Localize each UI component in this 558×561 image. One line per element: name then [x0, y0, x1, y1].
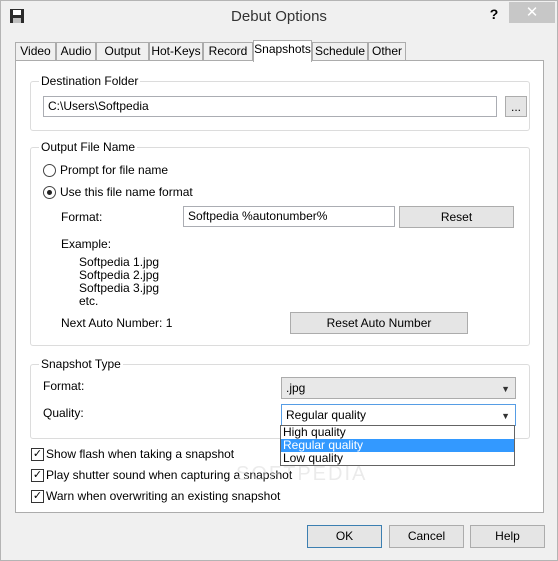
help-button[interactable]: Help: [470, 525, 545, 548]
show-flash-checkbox[interactable]: ✓: [31, 448, 44, 461]
snapshot-type-legend: Snapshot Type: [39, 357, 123, 371]
debut-options-window: Debut Options ? ✕ Video Audio Output Hot…: [0, 0, 558, 561]
example-line: etc.: [79, 294, 99, 308]
warn-overwrite-label: Warn when overwriting an existing snapsh…: [46, 489, 281, 503]
example-line: Softpedia 1.jpg: [79, 255, 160, 269]
use-format-label: Use this file name format: [60, 185, 193, 199]
prompt-label: Prompt for file name: [60, 163, 169, 177]
example-line: Softpedia 3.jpg: [79, 281, 160, 295]
snapshot-format-label: Format:: [43, 379, 85, 393]
tab-record[interactable]: Record: [203, 42, 253, 61]
tab-snapshots[interactable]: Snapshots: [253, 40, 312, 62]
window-title: Debut Options: [231, 8, 327, 25]
help-title-button[interactable]: ?: [481, 4, 507, 24]
next-auto-number: Next Auto Number: 1: [61, 316, 173, 330]
example-line: Softpedia 2.jpg: [79, 268, 160, 282]
reset-auto-number-button[interactable]: Reset Auto Number: [290, 312, 468, 334]
format-label: Format:: [61, 210, 103, 224]
snapshot-format-value: .jpg: [286, 381, 306, 395]
example-label: Example:: [61, 237, 112, 251]
chevron-down-icon: ▼: [501, 384, 510, 394]
snapshot-format-select[interactable]: .jpg ▼: [281, 377, 516, 399]
output-file-name-group: Output File Name Prompt for file name Us…: [30, 140, 530, 346]
destination-folder-group: Destination Folder C:\Users\Softpedia ..…: [30, 74, 530, 131]
reset-button[interactable]: Reset: [399, 206, 514, 228]
cancel-button[interactable]: Cancel: [389, 525, 464, 548]
softpedia-watermark: SOFTPEDIA: [236, 463, 368, 485]
quality-option-low[interactable]: Low quality: [281, 452, 514, 465]
quality-value: Regular quality: [286, 408, 367, 422]
tab-hot-keys[interactable]: Hot-Keys: [149, 42, 203, 61]
use-format-radio[interactable]: [43, 186, 56, 199]
show-flash-label: Show flash when taking a snapshot: [46, 447, 235, 461]
tab-schedule[interactable]: Schedule: [312, 42, 368, 61]
output-file-name-legend: Output File Name: [39, 140, 138, 154]
prompt-radio[interactable]: [43, 164, 56, 177]
browse-button[interactable]: ...: [505, 96, 527, 117]
tab-video[interactable]: Video: [15, 42, 56, 61]
destination-folder-legend: Destination Folder: [39, 74, 141, 88]
quality-select[interactable]: Regular quality ▼: [281, 404, 516, 426]
format-input[interactable]: Softpedia %autonumber%: [183, 206, 395, 227]
tab-output[interactable]: Output: [96, 42, 149, 61]
tab-audio[interactable]: Audio: [56, 42, 96, 61]
tab-other[interactable]: Other: [368, 42, 406, 61]
close-button[interactable]: ✕: [509, 2, 555, 23]
title-bar: Debut Options ? ✕: [1, 1, 557, 31]
shutter-sound-checkbox[interactable]: ✓: [31, 469, 44, 482]
destination-path-input[interactable]: C:\Users\Softpedia: [43, 96, 497, 117]
quality-dropdown-list[interactable]: High quality Regular quality Low quality: [280, 425, 515, 466]
warn-overwrite-checkbox[interactable]: ✓: [31, 490, 44, 503]
quality-label: Quality:: [43, 406, 84, 420]
ok-button[interactable]: OK: [307, 525, 382, 548]
chevron-down-icon: ▼: [501, 411, 510, 421]
